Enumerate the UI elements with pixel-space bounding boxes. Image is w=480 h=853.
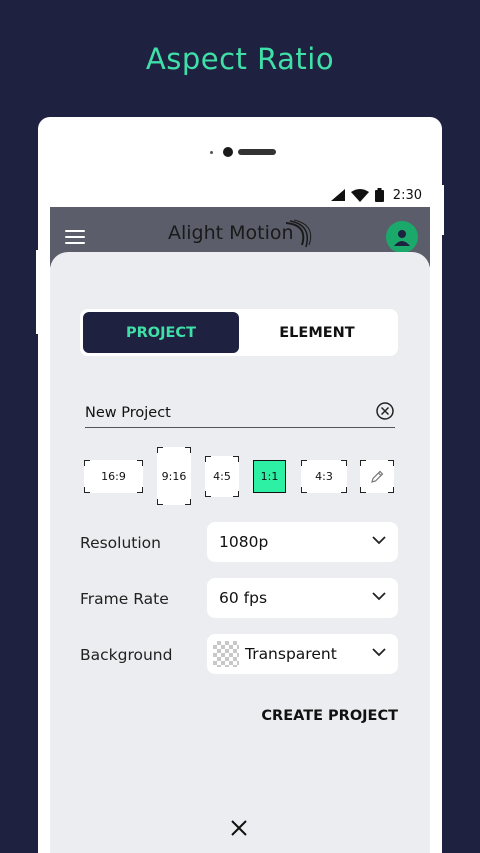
- clear-icon[interactable]: [375, 401, 395, 421]
- sensor-dot: [210, 151, 213, 154]
- ratio-4-5[interactable]: 4:5: [205, 456, 239, 497]
- create-project-button[interactable]: CREATE PROJECT: [261, 708, 398, 724]
- chevron-down-icon: [372, 536, 386, 545]
- mode-tabs: PROJECT ELEMENT: [80, 309, 398, 356]
- status-time: 2:30: [392, 187, 422, 203]
- chevron-down-icon: [372, 648, 386, 657]
- close-icon[interactable]: [230, 819, 248, 837]
- pencil-icon: [371, 470, 384, 483]
- promo-title: Aspect Ratio: [145, 42, 335, 76]
- ratio-1-1[interactable]: 1:1: [253, 460, 286, 493]
- app-logo: Alight Motion: [168, 222, 294, 244]
- transparent-swatch-icon: [213, 641, 239, 667]
- chevron-down-icon: [372, 592, 386, 601]
- camera-icon: [223, 147, 233, 157]
- status-bar: 2:30: [50, 183, 430, 207]
- logo-swoosh-icon: [285, 219, 312, 248]
- menu-icon[interactable]: [65, 230, 85, 244]
- ratio-label: 4:5: [213, 470, 231, 483]
- ratio-label: 9:16: [161, 469, 187, 483]
- signal-icon: [330, 189, 345, 201]
- background-label: Background: [80, 646, 173, 664]
- frame-rate-dropdown[interactable]: 60 fps: [207, 578, 398, 618]
- ratio-label: 16:9: [101, 470, 126, 483]
- tab-project[interactable]: PROJECT: [83, 312, 239, 353]
- battery-icon: [374, 188, 384, 202]
- person-icon: [394, 230, 410, 246]
- ratio-4-3[interactable]: 4:3: [301, 460, 347, 493]
- resolution-dropdown[interactable]: 1080p: [207, 522, 398, 562]
- speaker-grille: [238, 149, 276, 155]
- project-name-input[interactable]: [85, 405, 365, 421]
- ratio-label: 1:1: [260, 470, 279, 483]
- frame-rate-value: 60 fps: [219, 589, 268, 607]
- ratio-16-9[interactable]: 16:9: [84, 460, 143, 493]
- custom-ratio-button[interactable]: [360, 460, 394, 493]
- wifi-icon: [350, 188, 369, 202]
- avatar[interactable]: [386, 221, 418, 253]
- resolution-value: 1080p: [219, 533, 269, 551]
- resolution-label: Resolution: [80, 534, 161, 552]
- background-value: Transparent: [245, 645, 337, 663]
- tab-element[interactable]: ELEMENT: [239, 312, 395, 353]
- frame-rate-label: Frame Rate: [80, 590, 169, 608]
- background-dropdown[interactable]: Transparent: [207, 634, 398, 674]
- ratio-9-16[interactable]: 9:16: [157, 447, 191, 505]
- ratio-label: 4:3: [315, 470, 333, 483]
- project-name-field: [85, 401, 395, 428]
